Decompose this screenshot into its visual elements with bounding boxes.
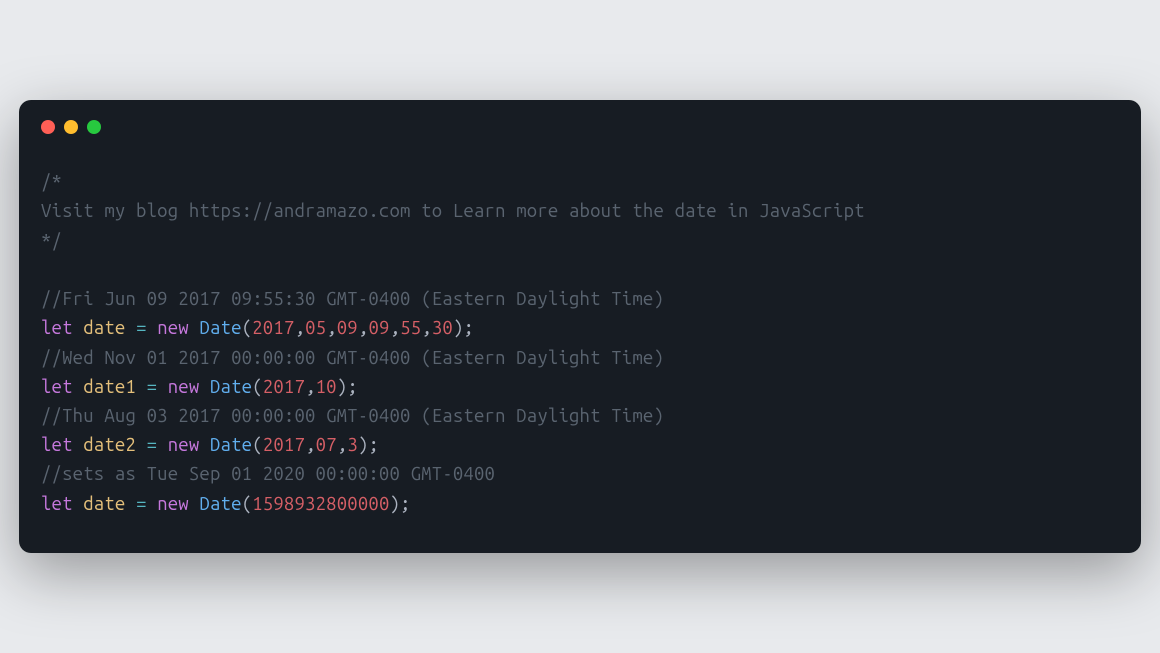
- comma: ,: [421, 318, 432, 338]
- comment-body: Visit my blog https://andramazo.com to L…: [41, 201, 865, 221]
- keyword-let: let: [41, 377, 73, 397]
- space: [199, 435, 210, 455]
- number: 05: [305, 318, 326, 338]
- space: [189, 494, 200, 514]
- space: [73, 435, 84, 455]
- paren-close: ): [390, 494, 401, 514]
- code-window: /* Visit my blog https://andramazo.com t…: [19, 100, 1141, 553]
- number: 09: [368, 318, 389, 338]
- space: [157, 435, 168, 455]
- paren-close: ): [358, 435, 369, 455]
- space: [126, 494, 137, 514]
- operator-equals: =: [147, 377, 158, 397]
- space: [147, 494, 158, 514]
- space: [136, 435, 147, 455]
- comma: ,: [390, 318, 401, 338]
- keyword-new: new: [157, 318, 189, 338]
- number: 2017: [252, 318, 294, 338]
- number: 2017: [263, 435, 305, 455]
- minimize-icon[interactable]: [64, 120, 78, 134]
- operator-equals: =: [147, 435, 158, 455]
- paren-open: (: [242, 318, 253, 338]
- space: [73, 318, 84, 338]
- class-date: Date: [210, 377, 252, 397]
- space: [189, 318, 200, 338]
- code-block: /* Visit my blog https://andramazo.com t…: [19, 134, 1141, 553]
- comment-line-4: //sets as Tue Sep 01 2020 00:00:00 GMT-0…: [41, 464, 495, 484]
- number: 07: [316, 435, 337, 455]
- paren-open: (: [252, 435, 263, 455]
- keyword-new: new: [168, 377, 200, 397]
- paren-open: (: [252, 377, 263, 397]
- close-icon[interactable]: [41, 120, 55, 134]
- number: 09: [337, 318, 358, 338]
- identifier: date: [83, 494, 125, 514]
- comma: ,: [358, 318, 369, 338]
- comment-line-3: //Thu Aug 03 2017 00:00:00 GMT-0400 (Eas…: [41, 406, 664, 426]
- comma: ,: [337, 435, 348, 455]
- number: 3: [347, 435, 358, 455]
- comma: ,: [305, 435, 316, 455]
- identifier: date: [83, 318, 125, 338]
- comma: ,: [305, 377, 316, 397]
- number: 1598932800000: [252, 494, 389, 514]
- space: [136, 377, 147, 397]
- comment-line-1: //Fri Jun 09 2017 09:55:30 GMT-0400 (Eas…: [41, 289, 664, 309]
- titlebar: [19, 100, 1141, 134]
- keyword-new: new: [157, 494, 189, 514]
- comma: ,: [295, 318, 306, 338]
- semicolon: ;: [400, 494, 411, 514]
- space: [157, 377, 168, 397]
- keyword-let: let: [41, 318, 73, 338]
- paren-close: ): [453, 318, 464, 338]
- space: [126, 318, 137, 338]
- semicolon: ;: [464, 318, 475, 338]
- operator-equals: =: [136, 494, 147, 514]
- operator-equals: =: [136, 318, 147, 338]
- class-date: Date: [199, 318, 241, 338]
- comment-close: */: [41, 231, 62, 251]
- semicolon: ;: [347, 377, 358, 397]
- paren-open: (: [242, 494, 253, 514]
- class-date: Date: [210, 435, 252, 455]
- number: 10: [316, 377, 337, 397]
- keyword-let: let: [41, 494, 73, 514]
- keyword-new: new: [168, 435, 200, 455]
- number: 2017: [263, 377, 305, 397]
- space: [147, 318, 158, 338]
- comment-open: /*: [41, 172, 62, 192]
- comma: ,: [326, 318, 337, 338]
- number: 55: [400, 318, 421, 338]
- space: [73, 494, 84, 514]
- identifier: date1: [83, 377, 136, 397]
- number: 30: [432, 318, 453, 338]
- space: [73, 377, 84, 397]
- identifier: date2: [83, 435, 136, 455]
- space: [199, 377, 210, 397]
- paren-close: ): [337, 377, 348, 397]
- semicolon: ;: [368, 435, 379, 455]
- comment-line-2: //Wed Nov 01 2017 00:00:00 GMT-0400 (Eas…: [41, 348, 664, 368]
- maximize-icon[interactable]: [87, 120, 101, 134]
- class-date: Date: [199, 494, 241, 514]
- keyword-let: let: [41, 435, 73, 455]
